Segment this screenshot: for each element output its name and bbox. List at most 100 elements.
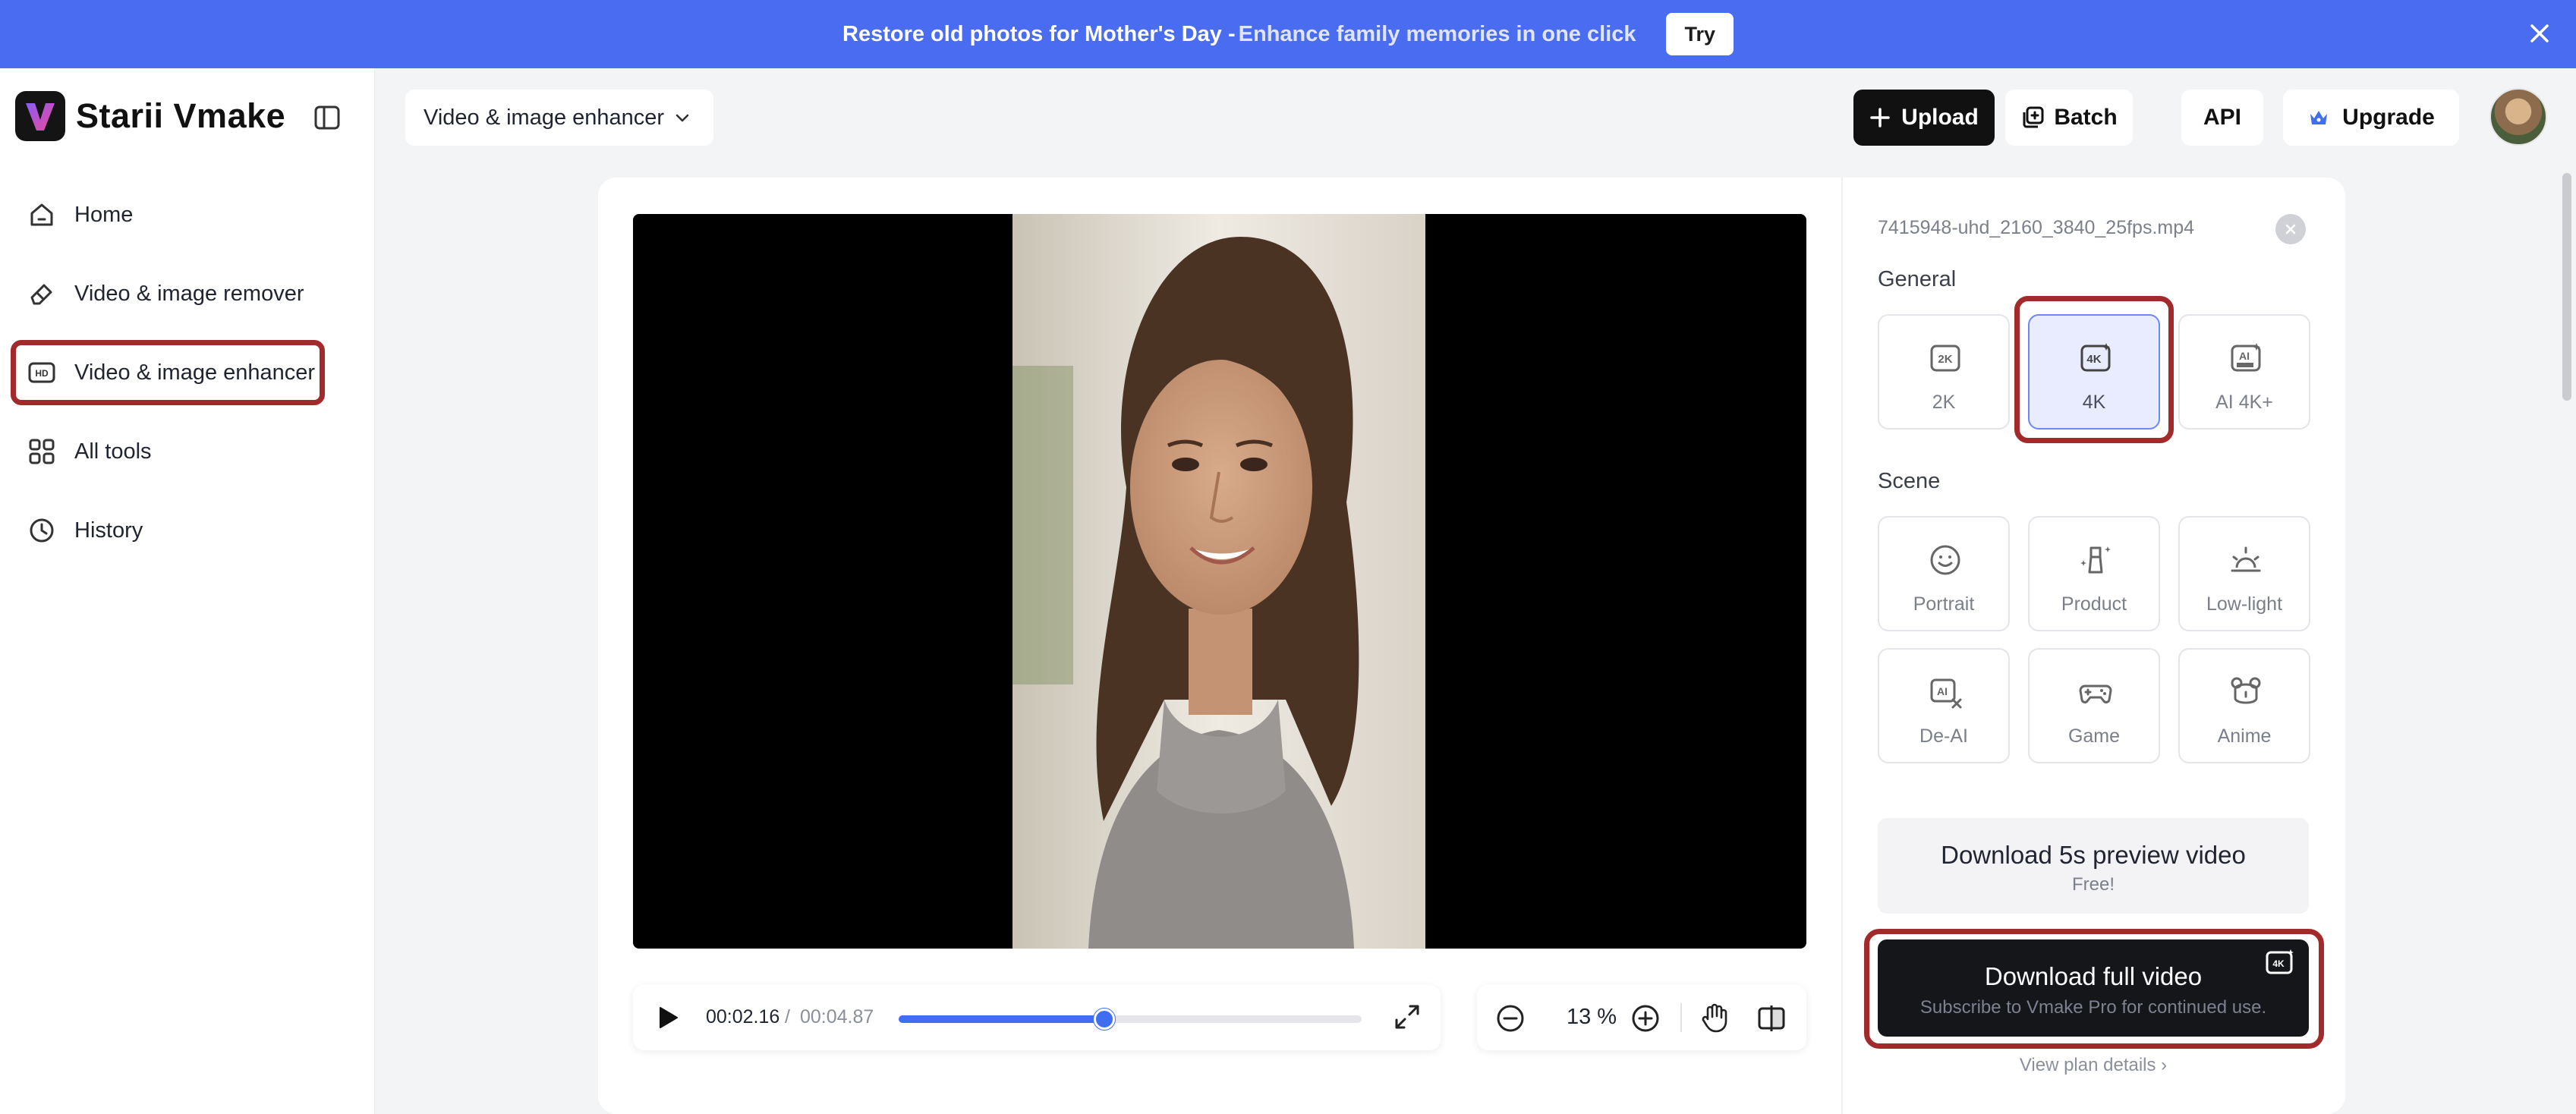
option-label: Low-light [2206, 593, 2283, 615]
download-full-subtitle: Subscribe to Vmake Pro for continued use… [1919, 997, 2267, 1018]
download-full-title: Download full video [1984, 962, 2203, 990]
grid-icon [29, 439, 55, 464]
promo-banner: Restore old photos for Mother's Day - En… [0, 0, 2576, 68]
chevron-down-icon [675, 114, 689, 122]
view-plan-details-link[interactable]: View plan details › [1878, 1055, 2309, 1076]
clock-icon [30, 518, 54, 543]
video-viewer[interactable] [633, 214, 1806, 949]
option-label: Portrait [1913, 593, 1975, 615]
sidebar-item-label: History [74, 518, 143, 543]
tool-select-label: Video & image enhancer [424, 105, 665, 130]
compare-icon[interactable] [1756, 1003, 1787, 1034]
download-preview-subtitle: Free! [2071, 874, 2115, 895]
download-full-button[interactable]: Download full video Subscribe to Vmake P… [1878, 939, 2309, 1037]
option-label: De-AI [1919, 725, 1968, 747]
app-name: Starii Vmake [76, 96, 286, 135]
progress-fill [899, 1015, 1104, 1023]
gamepad-icon [2079, 684, 2112, 703]
option-game[interactable]: Game [2028, 648, 2160, 763]
sidebar: Starii Vmake Home Video & image remover … [0, 68, 375, 1114]
option-label: Product [2061, 593, 2127, 615]
download-preview-title: Download 5s preview video [1941, 841, 2246, 869]
hd-icon: HD [28, 362, 55, 383]
tool-select-dropdown[interactable]: Video & image enhancer [405, 90, 713, 146]
crown-icon [2310, 111, 2328, 124]
video-frame [1012, 214, 1425, 949]
remove-file-button[interactable] [2275, 214, 2306, 244]
upload-button[interactable]: Upload [1853, 90, 1995, 146]
time-separator: / [785, 1006, 790, 1027]
sidebar-item-label: All tools [74, 439, 152, 464]
option-de-ai[interactable]: AI De-AI [1878, 648, 2010, 763]
close-icon [2285, 224, 2296, 234]
file-name: 7415948-uhd_2160_3840_25fps.mp4 [1878, 217, 2195, 238]
banner-subtext: Enhance family memories in one click [1238, 21, 1636, 46]
sidebar-item-enhancer[interactable]: HD Video & image enhancer [11, 340, 325, 405]
zoom-in-icon[interactable] [1630, 1003, 1661, 1034]
sidebar-item-all-tools[interactable]: All tools [11, 419, 367, 484]
batch-label: Batch [2054, 105, 2118, 130]
batch-icon [2023, 106, 2044, 128]
general-section-label: General [1878, 267, 1957, 291]
upgrade-button[interactable]: Upgrade [2283, 90, 2459, 146]
bear-icon [2231, 677, 2261, 704]
zoom-out-icon[interactable] [1495, 1003, 1526, 1034]
home-icon [30, 203, 53, 226]
progress-handle[interactable] [1093, 1009, 1115, 1030]
sidebar-item-remover[interactable]: Video & image remover [11, 261, 367, 326]
batch-button[interactable]: Batch [2005, 90, 2133, 146]
scene-section-label: Scene [1878, 469, 1941, 493]
sidebar-item-label: Video & image enhancer [74, 360, 316, 385]
download-preview-button[interactable]: Download 5s preview video Free! [1878, 818, 2309, 914]
divider [1680, 1003, 1682, 1032]
selection-highlight [2014, 296, 2174, 443]
sidebar-item-label: Home [74, 202, 134, 227]
zoom-controls: 13 % [1477, 985, 1806, 1050]
avatar[interactable] [2489, 88, 2547, 146]
option-anime[interactable]: Anime [2178, 648, 2310, 763]
option-portrait[interactable]: Portrait [1878, 516, 2010, 631]
banner-try-button[interactable]: Try [1666, 13, 1734, 55]
banner-text: Restore old photos for Mother's Day - [842, 21, 1236, 46]
eraser-icon [30, 284, 52, 305]
progress-slider[interactable] [899, 1009, 1362, 1030]
plus-icon [1870, 108, 1890, 127]
close-icon[interactable] [2524, 18, 2555, 49]
de-ai-icon: AI [1930, 678, 1962, 709]
sidebar-item-home[interactable]: Home [11, 182, 367, 247]
smile-icon [1930, 545, 1960, 575]
option-label: Game [2067, 725, 2121, 747]
2k-icon: 2K [1930, 345, 1960, 372]
upload-label: Upload [1901, 105, 1979, 130]
sidebar-item-history[interactable]: History [11, 498, 367, 563]
panel-divider [1841, 178, 1843, 1114]
playback-controls: 00:02.16 / 00:04.87 [633, 985, 1441, 1050]
play-icon[interactable] [653, 1003, 682, 1032]
ai-ultra-icon: AI [2231, 343, 2261, 372]
option-low-light[interactable]: Low-light [2178, 516, 2310, 631]
vmake-logo-icon [15, 91, 65, 141]
option-ai-4k-plus[interactable]: AI AI 4K+ [2178, 314, 2310, 430]
svg-text:AI: AI [2239, 350, 2250, 362]
product-icon [2080, 546, 2111, 574]
option-label: AI 4K+ [2215, 392, 2273, 413]
scrollbar[interactable] [2562, 173, 2571, 401]
svg-text:2K: 2K [1938, 353, 1952, 366]
sidebar-nav: Home Video & image remover HD Video & im… [11, 182, 367, 577]
sunrise-icon [2231, 546, 2261, 572]
api-button[interactable]: API [2181, 90, 2263, 146]
option-product[interactable]: Product [2028, 516, 2160, 631]
svg-text:4K: 4K [2272, 958, 2285, 969]
option-label: Anime [2217, 725, 2272, 747]
portrait-image [1012, 214, 1425, 949]
4k-badge-icon: 4K [2266, 949, 2294, 974]
hand-pan-icon[interactable] [1699, 1002, 1730, 1034]
zoom-level: 13 % [1566, 1005, 1617, 1029]
upgrade-label: Upgrade [2342, 105, 2435, 130]
total-time: 00:04.87 [800, 1006, 874, 1027]
logo[interactable]: Starii Vmake [15, 91, 285, 141]
sidebar-toggle-icon[interactable] [313, 103, 342, 132]
option-2k[interactable]: 2K 2K [1878, 314, 2010, 430]
option-label: 2K [1932, 392, 1956, 413]
fullscreen-icon[interactable] [1392, 1002, 1422, 1032]
